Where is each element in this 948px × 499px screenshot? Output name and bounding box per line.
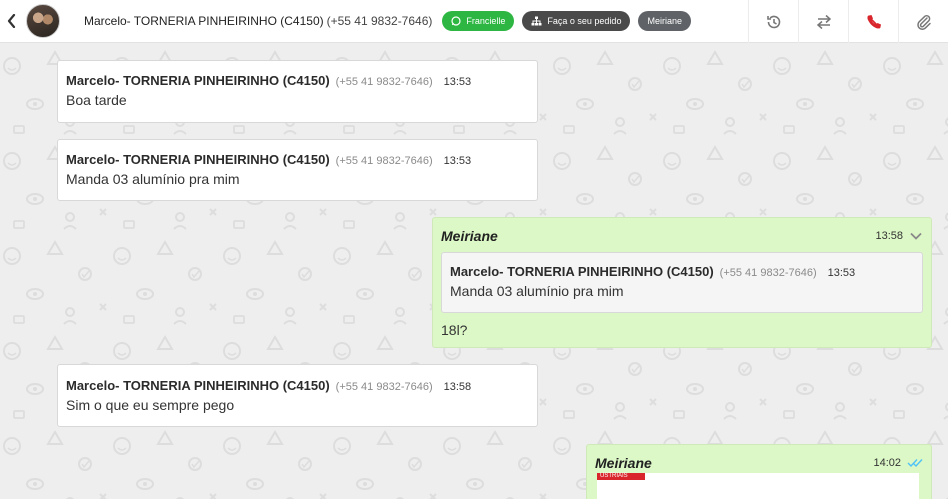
message-outgoing[interactable]: Meiriane 13:58 Marcelo- TORNERIA PINHEIR… (432, 217, 932, 348)
message-outgoing[interactable]: Meiriane 14:02 USTRIAIS (586, 444, 932, 499)
message-sender: Marcelo- TORNERIA PINHEIRINHO (C4150) (66, 73, 330, 88)
chat-header: Marcelo- TORNERIA PINHEIRINHO (C4150) (+… (0, 0, 948, 43)
tag-faca-pedido[interactable]: Faça o seu pedido (522, 11, 631, 31)
message-time: 14:02 (873, 457, 901, 469)
quoted-message[interactable]: Marcelo- TORNERIA PINHEIRINHO (C4150) (+… (441, 252, 923, 313)
message-phone: (+55 41 9832-7646) (335, 381, 433, 393)
message-sender: Meiriane (441, 228, 498, 244)
attach-icon (916, 14, 931, 30)
tag-label: Faça o seu pedido (547, 16, 622, 26)
message-sender: Marcelo- TORNERIA PINHEIRINHO (C4150) (66, 378, 330, 393)
image-attachment[interactable]: USTRIAIS (597, 473, 919, 499)
transfer-button[interactable] (798, 0, 848, 43)
message-phone: (+55 41 9832-7646) (335, 76, 433, 88)
message-text: Boa tarde (66, 92, 127, 108)
message-time: 13:53 (443, 76, 472, 88)
message-incoming[interactable]: Marcelo- TORNERIA PINHEIRINHO (C4150) (+… (57, 139, 538, 201)
contact-phone: (+55 41 9832-7646) (326, 14, 433, 28)
message-incoming[interactable]: Marcelo- TORNERIA PINHEIRINHO (C4150) (+… (57, 60, 538, 123)
message-sender: Meiriane (595, 455, 652, 471)
end-call-button[interactable] (848, 0, 898, 43)
message-text: 18l? (441, 322, 468, 338)
message-phone: (+55 41 9832-7646) (335, 155, 433, 167)
message-sender: Marcelo- TORNERIA PINHEIRINHO (C4150) (66, 152, 330, 167)
image-caption: USTRIAIS (597, 473, 645, 480)
chevron-left-icon (7, 14, 15, 28)
quoted-phone: (+55 41 9832-7646) (719, 267, 817, 279)
chat-area[interactable]: Marcelo- TORNERIA PINHEIRINHO (C4150) (+… (0, 44, 948, 499)
chevron-down-icon[interactable] (909, 231, 923, 241)
back-button[interactable] (2, 0, 20, 43)
sitemap-icon (531, 16, 542, 26)
history-icon (766, 15, 780, 28)
tag-label: Meiriane (647, 16, 682, 26)
message-time: 13:58 (875, 230, 903, 242)
message-text: Manda 03 alumínio pra mim (66, 171, 240, 187)
attach-button[interactable] (898, 0, 948, 43)
tag-label: Francielle (466, 16, 506, 26)
message-text: Sim o que eu sempre pego (66, 397, 235, 413)
read-ticks-icon (907, 459, 923, 468)
message-time: 13:58 (443, 381, 472, 393)
quoted-time: 13:53 (827, 267, 856, 279)
transfer-icon (816, 14, 831, 29)
header-actions (748, 0, 948, 43)
message-incoming[interactable]: Marcelo- TORNERIA PINHEIRINHO (C4150) (+… (57, 364, 538, 427)
whatsapp-icon (451, 16, 461, 26)
quoted-sender: Marcelo- TORNERIA PINHEIRINHO (C4150) (450, 264, 714, 279)
tag-francielle[interactable]: Francielle (442, 11, 515, 31)
avatar[interactable] (26, 4, 60, 38)
history-button[interactable] (748, 0, 798, 43)
contact-name: Marcelo- TORNERIA PINHEIRINHO (C4150) (84, 14, 324, 28)
end-call-icon (866, 14, 881, 29)
tag-meiriane[interactable]: Meiriane (638, 11, 691, 31)
message-time: 13:53 (443, 155, 472, 167)
quoted-text: Manda 03 alumínio pra mim (450, 283, 624, 299)
